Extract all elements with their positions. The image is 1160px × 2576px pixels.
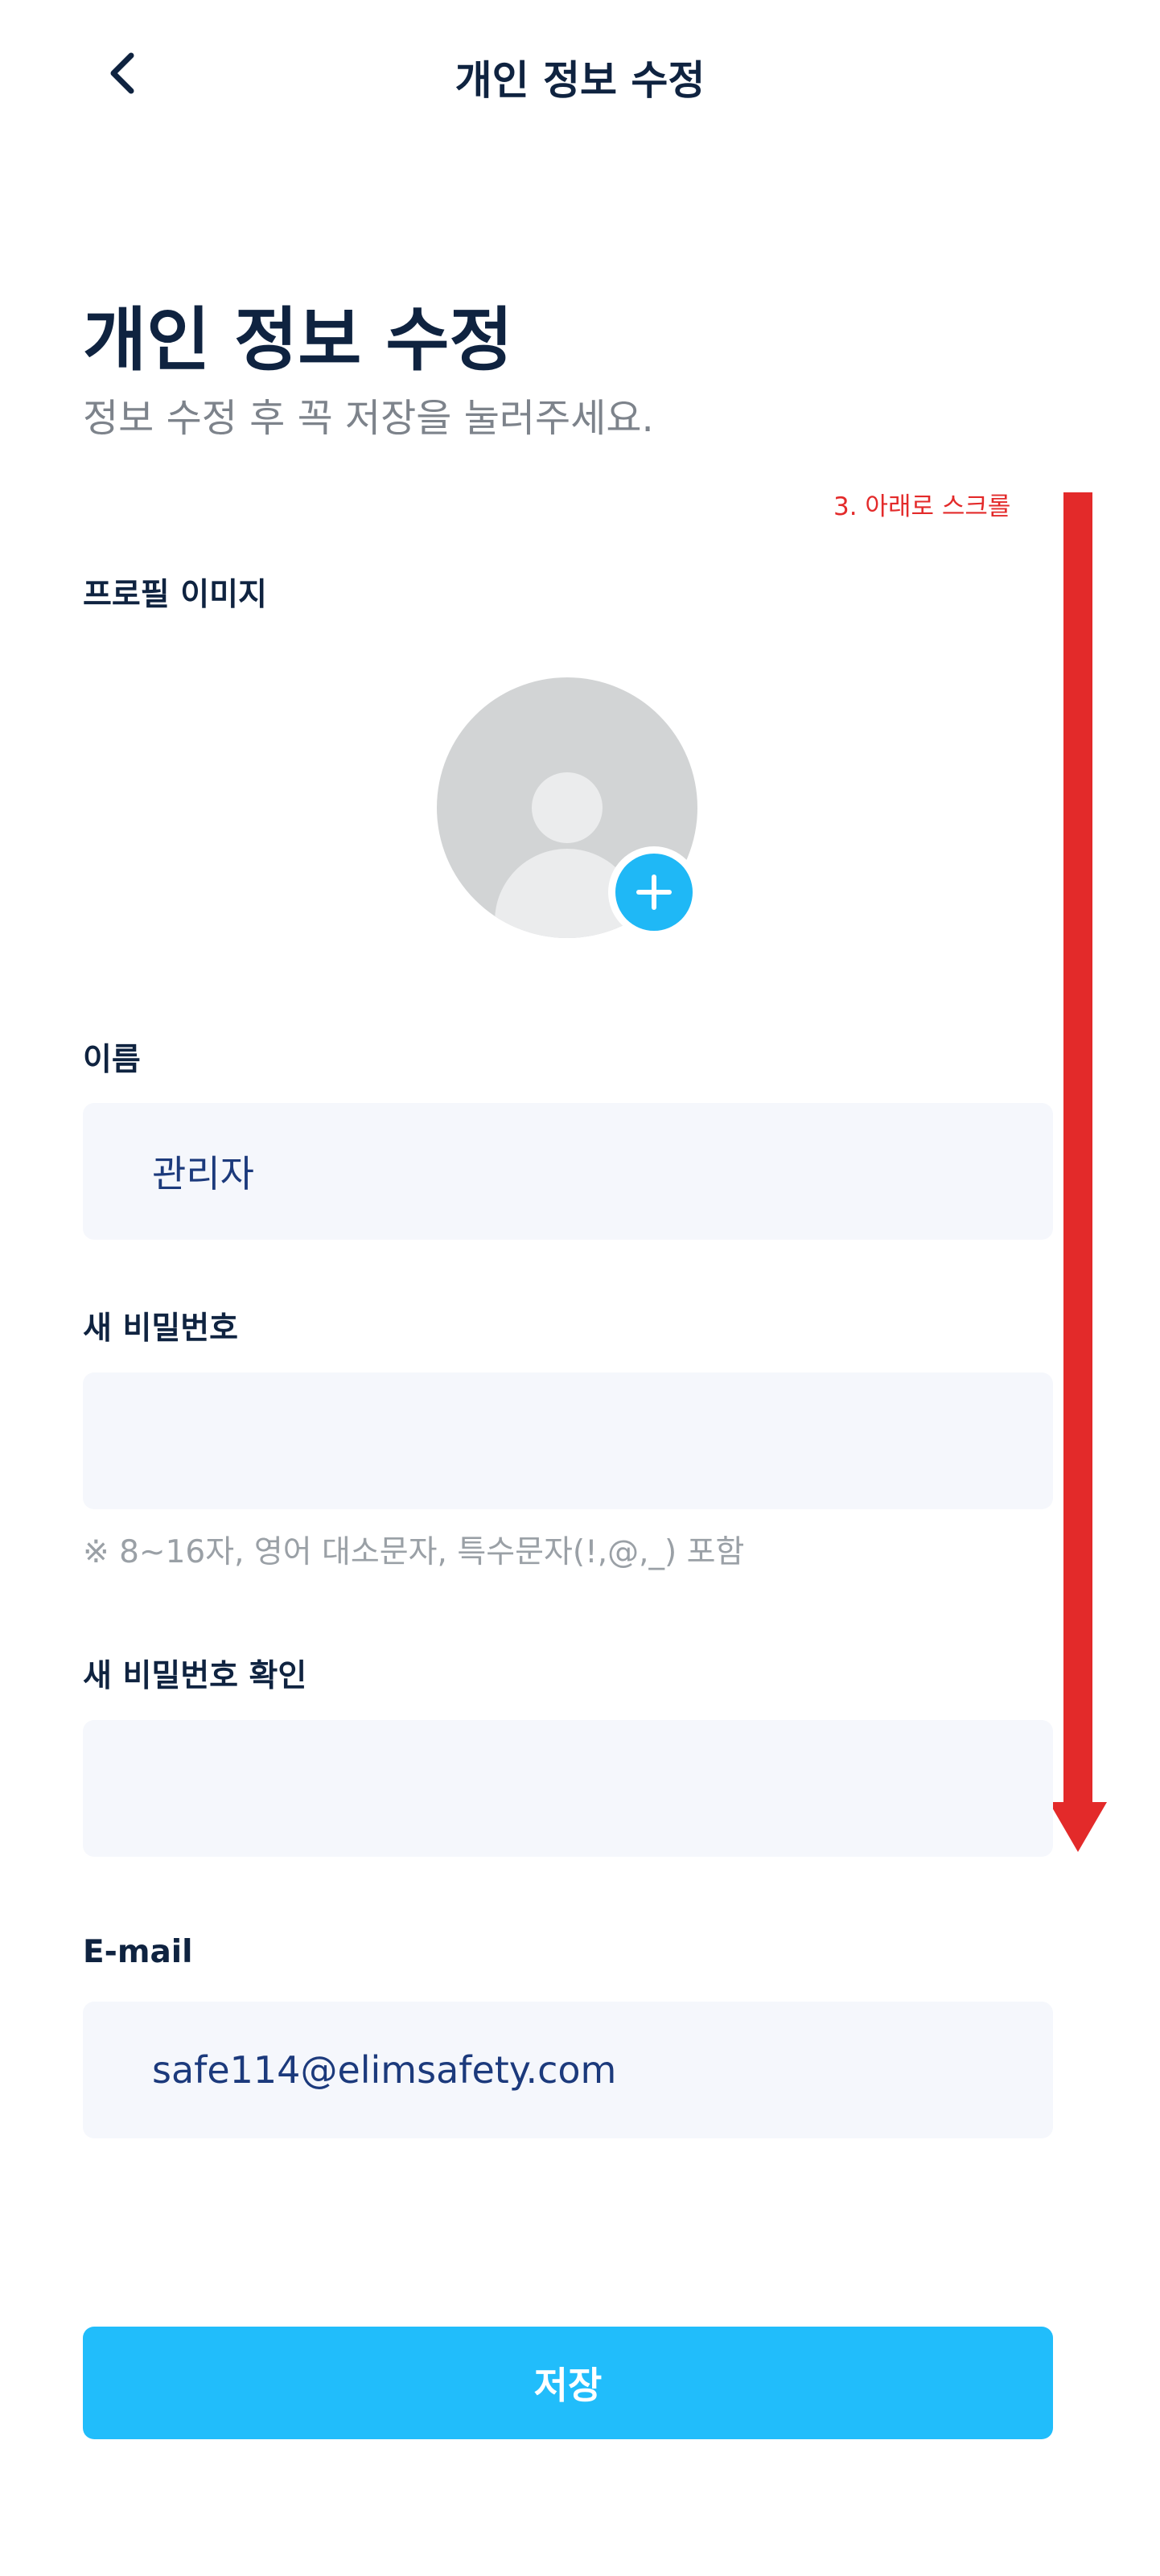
password-hint: ※ 8~16자, 영어 대소문자, 특수문자(!,@,_) 포함 — [83, 1534, 745, 1570]
new-password-label: 새 비밀번호 — [83, 1311, 238, 1347]
email-field[interactable]: safe114@elimsafety.com — [83, 2002, 1053, 2138]
profile-avatar — [437, 677, 702, 943]
plus-icon — [636, 874, 672, 910]
email-field-value: safe114@elimsafety.com — [152, 2048, 617, 2092]
confirm-password-label: 새 비밀번호 확인 — [83, 1658, 307, 1694]
profile-image-label: 프로필 이미지 — [83, 577, 267, 613]
avatar-head-shape — [532, 772, 603, 843]
name-field-value: 관리자 — [152, 1152, 254, 1195]
add-photo-circle — [615, 854, 693, 931]
new-password-field[interactable] — [83, 1372, 1053, 1509]
app-bar-title: 개인 정보 수정 — [455, 57, 705, 104]
app-bar: 개인 정보 수정 — [0, 0, 1160, 153]
page-title: 개인 정보 수정 — [83, 300, 513, 381]
add-photo-button[interactable] — [608, 846, 700, 938]
email-label: E-mail — [83, 1934, 193, 1970]
name-label: 이름 — [83, 1042, 141, 1078]
name-field[interactable]: 관리자 — [83, 1103, 1053, 1240]
scroll-down-arrow-icon — [1049, 492, 1107, 1852]
confirm-password-field[interactable] — [83, 1720, 1053, 1857]
save-button[interactable]: 저장 — [83, 2327, 1053, 2439]
scroll-annotation-label: 3. 아래로 스크롤 — [833, 492, 1011, 521]
page-subtitle: 정보 수정 후 꼭 저장을 눌러주세요. — [83, 396, 654, 441]
